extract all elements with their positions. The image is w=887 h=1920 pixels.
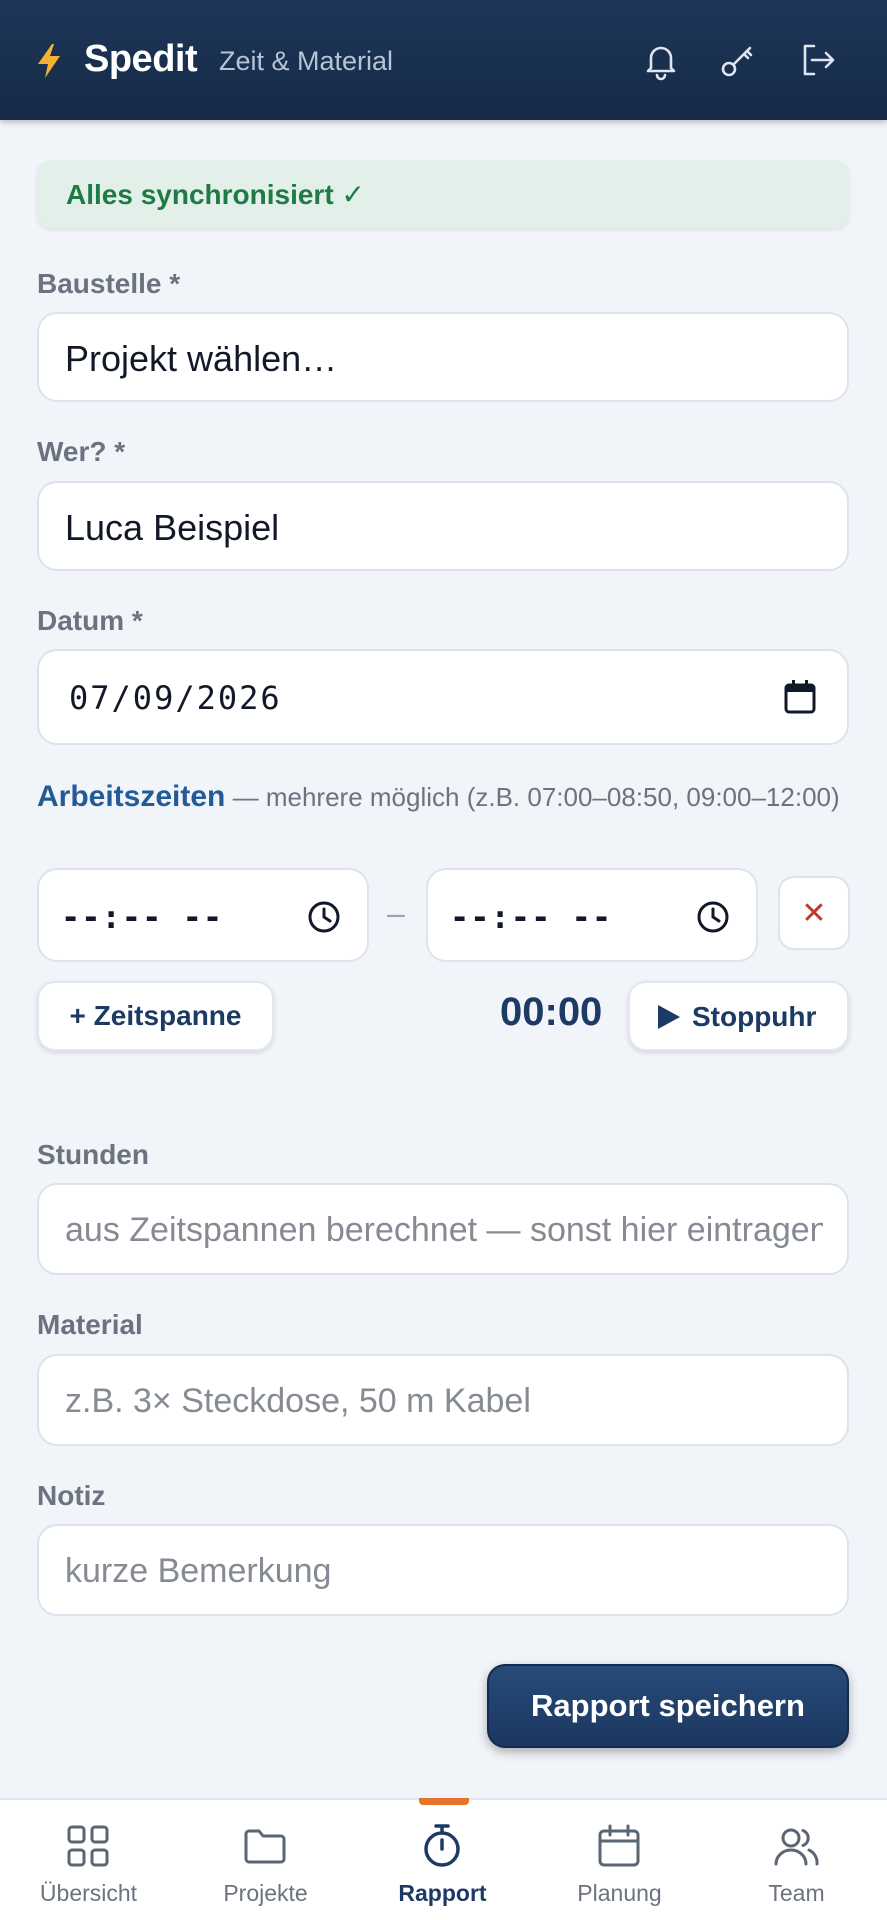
key-icon[interactable] xyxy=(716,38,760,82)
play-icon xyxy=(658,1005,680,1029)
bolt-icon xyxy=(38,44,60,78)
bell-icon[interactable] xyxy=(639,38,683,82)
nav-item-team[interactable]: Team xyxy=(708,1800,885,1920)
hours-input[interactable]: aus Zeitspannen berechnet — sonst hier e… xyxy=(37,1183,849,1275)
nav-item-label: Rapport xyxy=(398,1880,487,1906)
save-report-button[interactable]: Rapport speichern xyxy=(487,1664,849,1748)
who-select[interactable]: Luca Beispiel xyxy=(37,481,849,571)
worktimes-heading: Arbeitszeiten — mehrere möglich (z.B. 07… xyxy=(37,778,857,816)
site-select-value: Projekt wählen… xyxy=(65,338,338,379)
app-subtitle: Zeit & Material xyxy=(219,46,394,76)
worktimes-hint: — mehrere möglich (z.B. 07:00–08:50, 09:… xyxy=(225,782,840,812)
nav-item-label: Übersicht xyxy=(39,1880,138,1906)
date-value: 07/09/2026 xyxy=(69,679,282,717)
material-label: Material xyxy=(37,1309,143,1340)
who-select-value: Luca Beispiel xyxy=(65,507,280,548)
calendar-picker-icon[interactable] xyxy=(783,679,817,715)
calendar-icon xyxy=(598,1824,640,1867)
note-input[interactable]: kurze Bemerkung xyxy=(37,1524,849,1616)
bottom-navigation: Übersicht Projekte Rapport Planung Team xyxy=(0,1798,887,1920)
clock-icon xyxy=(697,901,729,933)
app-header: Spedit Zeit & Material xyxy=(0,0,887,120)
app-name: Spedit xyxy=(84,38,198,80)
date-label: Datum * xyxy=(37,605,143,636)
time-to-input[interactable]: --:-- -- xyxy=(426,868,758,962)
sync-status-banner: Alles synchronisiert ✓ xyxy=(37,160,849,228)
material-placeholder: z.B. 3× Steckdose, 50 m Kabel xyxy=(65,1382,531,1420)
stopwatch-icon xyxy=(424,1824,460,1867)
time-to-value: --:-- -- xyxy=(450,898,613,936)
hours-placeholder: aus Zeitspannen berechnet — sonst hier e… xyxy=(65,1211,823,1249)
time-from-input[interactable]: --:-- -- xyxy=(37,868,369,962)
material-input[interactable]: z.B. 3× Steckdose, 50 m Kabel xyxy=(37,1354,849,1446)
folder-icon xyxy=(244,1829,286,1864)
time-from-value: --:-- -- xyxy=(61,898,224,936)
nav-item-report[interactable]: Rapport xyxy=(354,1800,531,1920)
remove-timespan-button[interactable]: ✕ xyxy=(778,876,850,950)
site-select[interactable]: Projekt wählen… xyxy=(37,312,849,402)
nav-item-planning[interactable]: Planung xyxy=(531,1800,708,1920)
stopwatch-button[interactable]: Stoppuhr xyxy=(628,981,849,1051)
stopwatch-label: Stoppuhr xyxy=(692,1001,817,1032)
note-label: Notiz xyxy=(37,1480,106,1511)
logout-icon[interactable] xyxy=(796,38,840,82)
worktimes-title: Arbeitszeiten xyxy=(37,780,226,813)
nav-item-label: Planung xyxy=(577,1880,662,1906)
nav-item-projects[interactable]: Projekte xyxy=(177,1800,354,1920)
hours-label: Stunden xyxy=(37,1139,149,1170)
clock-icon xyxy=(308,901,340,933)
site-label: Baustelle * xyxy=(37,268,181,299)
nav-item-overview[interactable]: Übersicht xyxy=(0,1800,177,1920)
add-timespan-button[interactable]: + Zeitspanne xyxy=(37,981,274,1051)
nav-item-label: Team xyxy=(768,1880,825,1906)
close-icon: ✕ xyxy=(801,897,827,930)
note-placeholder: kurze Bemerkung xyxy=(65,1552,332,1590)
team-icon xyxy=(774,1828,819,1866)
date-input[interactable]: 07/09/2026 xyxy=(37,649,849,745)
sync-status-text: Alles synchronisiert ✓ xyxy=(66,179,365,210)
stopwatch-timer: 00:00 xyxy=(500,990,603,1034)
active-tab-indicator xyxy=(419,1798,469,1805)
time-separator: – xyxy=(387,895,405,931)
nav-item-label: Projekte xyxy=(223,1880,308,1906)
grid-icon xyxy=(67,1825,109,1867)
who-label: Wer? * xyxy=(37,436,126,467)
